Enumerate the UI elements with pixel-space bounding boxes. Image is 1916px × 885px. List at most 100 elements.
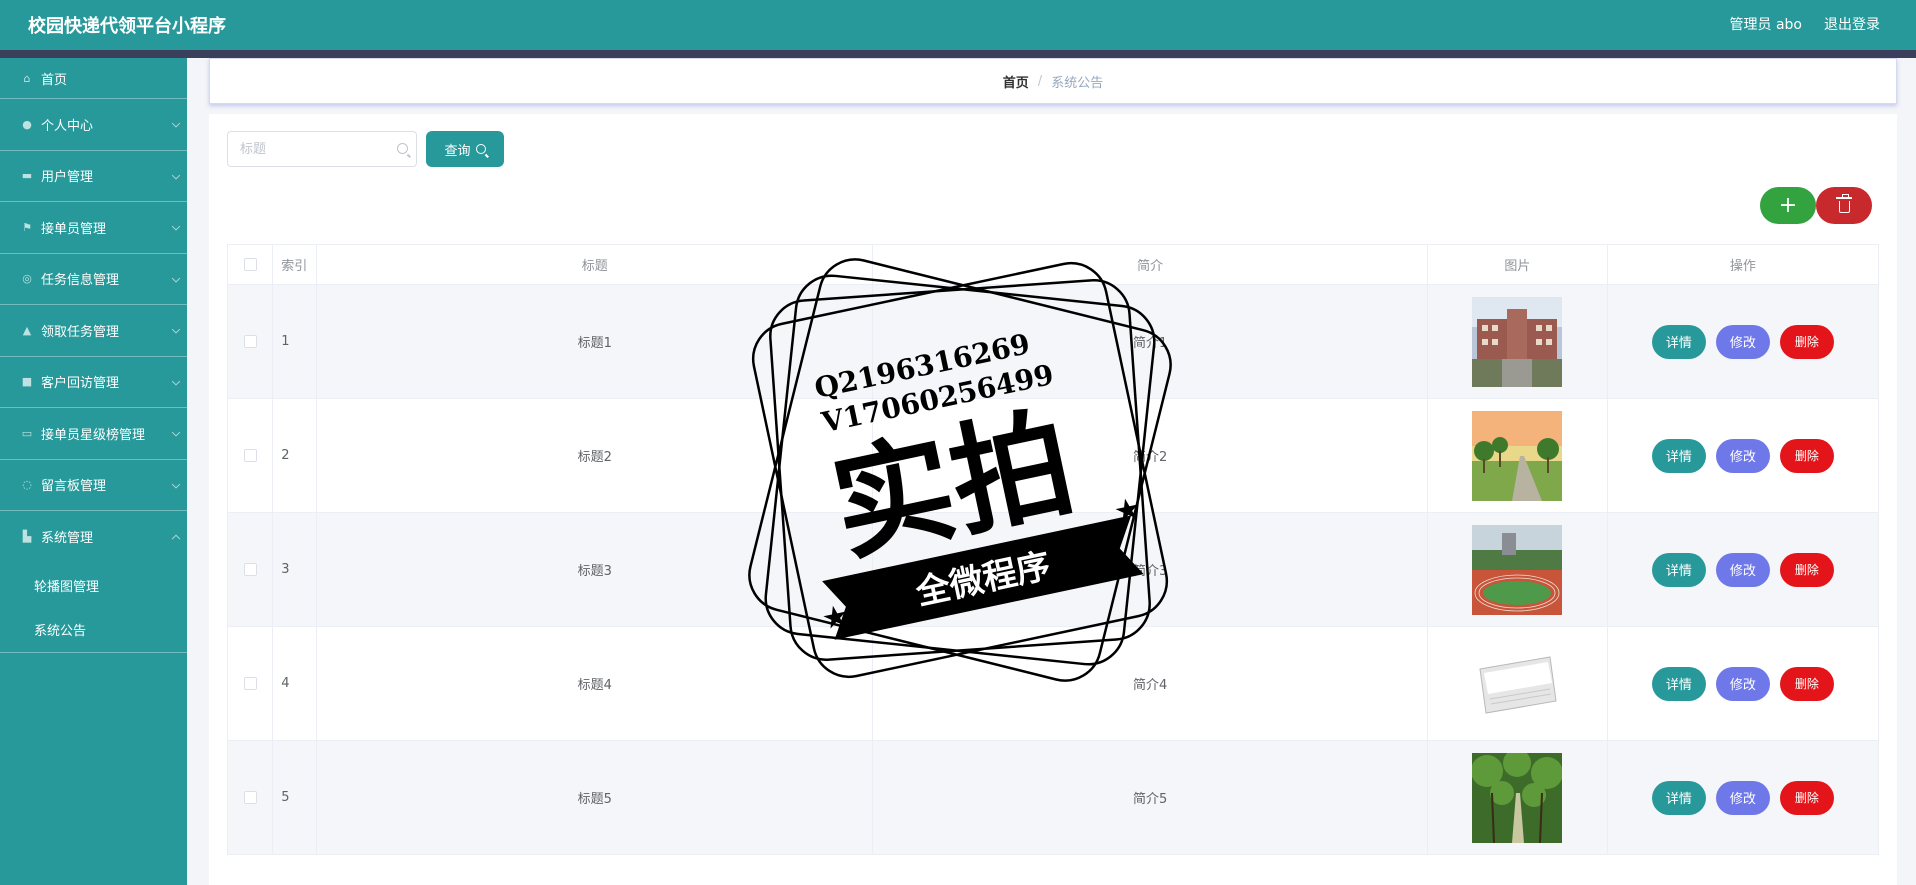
sidebar-item-claimed-tasks[interactable]: ▲ 领取任务管理 (0, 305, 187, 357)
row-actions-cell: 详情 修改 删除 (1606, 398, 1880, 513)
sidebar-item-system[interactable]: ▙ 系统管理 (0, 511, 187, 563)
sidebar-item-star-ranking[interactable]: ▭ 接单员星级榜管理 (0, 408, 187, 460)
search-box (227, 131, 417, 167)
chevron-down-icon (171, 119, 181, 128)
edit-button[interactable]: 修改 (1715, 666, 1770, 701)
sidebar-item-label: 首页 (41, 72, 68, 88)
sidebar-subitem-announcements[interactable]: 系统公告 (0, 608, 187, 653)
row-actions-cell: 详情 修改 删除 (1606, 284, 1880, 399)
row-checkbox[interactable] (243, 563, 257, 576)
add-button[interactable]: + (1760, 187, 1816, 224)
row-image-cell (1427, 740, 1608, 855)
select-all-checkbox[interactable] (243, 258, 257, 271)
logout-link[interactable]: 退出登录 (1824, 14, 1880, 34)
breadcrumb-home[interactable]: 首页 (1003, 72, 1029, 91)
sidebar-item-label: 领取任务管理 (41, 324, 120, 340)
row-image-cell (1427, 284, 1608, 399)
edit-button[interactable]: 修改 (1715, 780, 1770, 815)
sidebar-item-customer-visits[interactable]: ■ 客户回访管理 (0, 357, 187, 408)
clipboard-icon: ■ (21, 375, 33, 389)
row-index: 5 (272, 740, 318, 855)
chevron-down-icon (171, 222, 181, 231)
chart-icon: ▭ (21, 426, 33, 440)
column-header-index: 索引 (272, 244, 318, 285)
batch-delete-button[interactable] (1816, 187, 1872, 224)
detail-button[interactable]: 详情 (1651, 780, 1706, 815)
sidebar-item-home[interactable]: ⌂ 首页 (0, 58, 187, 99)
sidebar-item-message-board[interactable]: ◌ 留言板管理 (0, 460, 187, 511)
row-title: 标题2 (316, 398, 874, 513)
column-header-intro: 简介 (872, 244, 1429, 285)
chevron-down-icon (171, 325, 181, 334)
edit-button[interactable]: 修改 (1715, 438, 1770, 473)
row-checkbox[interactable] (243, 677, 257, 690)
trash-icon (1835, 194, 1852, 213)
search-icon (397, 143, 408, 154)
column-header-actions: 操作 (1606, 244, 1880, 285)
campus-building-image (1472, 296, 1563, 387)
chevron-down-icon (171, 376, 181, 386)
chevron-up-icon (171, 534, 181, 543)
sidebar-item-couriers[interactable]: ⚑ 接单员管理 (0, 202, 187, 254)
running-track-image (1472, 524, 1563, 615)
breadcrumb: 首页 / 系统公告 (209, 58, 1897, 104)
breadcrumb-separator: / (1037, 73, 1043, 89)
row-title: 标题5 (316, 740, 874, 855)
row-intro: 简介3 (872, 512, 1429, 627)
row-checkbox[interactable] (243, 449, 257, 462)
detail-button[interactable]: 详情 (1651, 324, 1706, 359)
news-paper-image (1472, 638, 1563, 729)
sidebar-item-tasks[interactable]: ◎ 任务信息管理 (0, 254, 187, 305)
row-intro: 简介2 (872, 398, 1429, 513)
row-image-cell (1427, 512, 1608, 627)
sidebar-item-profile[interactable]: ● 个人中心 (0, 99, 187, 151)
compass-icon: ◎ (22, 272, 32, 286)
settings-icon: ▙ (22, 530, 32, 544)
delete-button[interactable]: 删除 (1779, 438, 1834, 473)
row-actions-cell: 详情 修改 删除 (1606, 740, 1880, 855)
detail-button[interactable]: 详情 (1651, 552, 1706, 587)
row-title: 标题3 (316, 512, 874, 627)
table-row: 4 标题4 简介4 详情 修改 删除 (226, 626, 1880, 741)
row-index: 1 (272, 284, 318, 399)
title-search-input[interactable] (228, 132, 378, 166)
sidebar-item-label: 接单员星级榜管理 (41, 427, 146, 443)
row-checkbox[interactable] (243, 335, 257, 348)
column-header-image: 图片 (1427, 244, 1608, 285)
home-icon: ⌂ (23, 71, 31, 85)
row-checkbox[interactable] (243, 791, 257, 804)
row-select-cell (226, 626, 274, 741)
search-icon (475, 144, 486, 154)
campus-road-image (1472, 410, 1563, 501)
query-button[interactable]: 查询 (426, 131, 504, 167)
app-title: 校园快递代领平台小程序 (28, 16, 226, 37)
main-content: 查询 + 索引 标题 简介 图片 操作 1 标题1 简介1 (209, 114, 1897, 885)
detail-button[interactable]: 详情 (1651, 438, 1706, 473)
row-select-cell (226, 512, 274, 627)
flag-icon: ⚑ (22, 220, 32, 234)
bell-icon: ◌ (22, 478, 32, 492)
sidebar-item-label: 个人中心 (41, 118, 94, 134)
edit-button[interactable]: 修改 (1715, 324, 1770, 359)
delete-button[interactable]: 删除 (1779, 324, 1834, 359)
detail-button[interactable]: 详情 (1651, 666, 1706, 701)
query-button-label: 查询 (444, 143, 471, 159)
delete-button[interactable]: 删除 (1779, 780, 1834, 815)
delete-button[interactable]: 删除 (1779, 552, 1834, 587)
sidebar: ⌂ 首页 ● 个人中心 ▬ 用户管理 ⚑ 接单员管理 ◎ 任务信息管理 ▲ 领取… (0, 58, 187, 885)
row-actions-cell: 详情 修改 删除 (1606, 626, 1880, 741)
sidebar-item-users[interactable]: ▬ 用户管理 (0, 151, 187, 202)
sidebar-item-label: 任务信息管理 (41, 273, 120, 289)
sidebar-subitem-carousel[interactable]: 轮播图管理 (0, 563, 187, 608)
column-header-title: 标题 (316, 244, 874, 285)
table-header-row: 索引 标题 简介 图片 操作 (226, 244, 1880, 285)
select-all-cell (226, 244, 274, 285)
sidebar-item-label: 接单员管理 (41, 221, 107, 237)
sidebar-item-label: 系统管理 (41, 531, 94, 547)
delete-button[interactable]: 删除 (1779, 666, 1834, 701)
chevron-down-icon (171, 479, 181, 489)
table-row: 1 标题1 简介1 详情 修改 删除 (226, 284, 1880, 399)
edit-button[interactable]: 修改 (1715, 552, 1770, 587)
sidebar-item-label: 留言板管理 (41, 479, 107, 495)
table-row: 5 标题5 简介5 详情 修改 删除 (226, 740, 1880, 855)
